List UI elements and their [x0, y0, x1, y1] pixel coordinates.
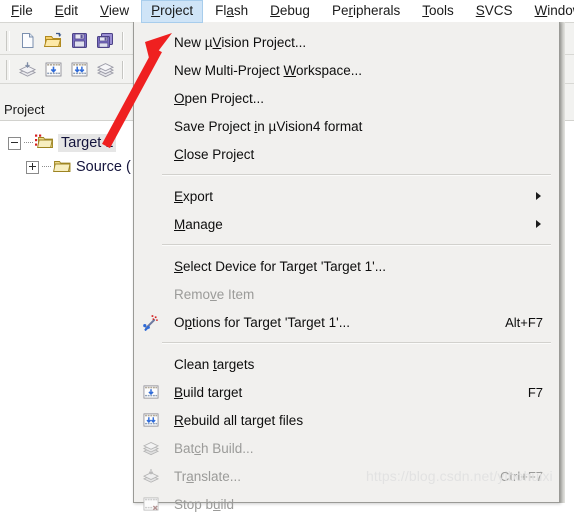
menu-item-accelerator: F7 — [527, 384, 543, 400]
menu-item-label: Translate... — [174, 468, 242, 484]
menu-item-options-for-target[interactable]: Options for Target 'Target 1'... Alt+F7 — [134, 308, 559, 336]
menu-item-label: Export — [174, 188, 214, 204]
translate-icon — [142, 468, 160, 485]
options-wand-icon — [142, 314, 159, 332]
menu-item-remove-item: Remove Item — [134, 280, 559, 308]
menu-item-manage[interactable]: Manage — [134, 210, 559, 238]
menu-item-label: Save Project in µVision4 format — [174, 118, 363, 134]
batch-build-icon[interactable] — [94, 59, 116, 81]
collapse-expander-icon[interactable] — [8, 136, 21, 150]
menubar-item-tools[interactable]: Tools — [412, 0, 464, 23]
menubar-item-file[interactable]: File — [1, 0, 43, 23]
tree-item-source-group[interactable]: Source ( — [26, 156, 131, 178]
menu-item-open-project[interactable]: Open Project... — [134, 84, 559, 112]
tree-item-label: Target 1 — [58, 134, 117, 152]
toolbar-grip-2[interactable] — [6, 59, 10, 80]
menu-item-close-project[interactable]: Close Project — [134, 140, 559, 168]
menu-item-select-device-for-target[interactable]: Select Device for Target 'Target 1'... — [134, 252, 559, 280]
menu-item-label: Batch Build... — [174, 440, 254, 456]
menu-item-label: Manage — [174, 216, 223, 232]
menubar-item-flash[interactable]: Flash — [205, 0, 258, 23]
tree-connector — [24, 142, 33, 144]
expand-expander-icon[interactable] — [26, 160, 39, 174]
watermark-text: https://blog.csdn.net/yibohuixi — [366, 468, 553, 484]
target-folder-icon — [35, 134, 54, 153]
menubar-item-peripherals[interactable]: Peripherals — [322, 0, 410, 23]
menu-item-label: Clean targets — [174, 356, 255, 372]
menu-item-save-project-uvision4[interactable]: Save Project in µVision4 format — [134, 112, 559, 140]
menubar-item-svcs[interactable]: SVCS — [466, 0, 523, 23]
menu-item-new-uvision-project[interactable]: New µVision Project... — [134, 28, 559, 56]
menu-item-label: Rebuild all target files — [174, 412, 304, 428]
menubar-item-view[interactable]: View — [90, 0, 139, 23]
build-target-icon[interactable] — [42, 59, 64, 81]
menu-item-label: Build target — [174, 384, 243, 400]
menu-item-new-multi-project-workspace[interactable]: New Multi-Project Workspace... — [134, 56, 559, 84]
menu-item-accelerator: Alt+F7 — [505, 314, 543, 330]
submenu-chevron-right-icon-2 — [536, 220, 541, 228]
save-icon[interactable] — [68, 30, 90, 52]
toolbar-separator — [122, 31, 124, 50]
menubar-item-debug[interactable]: Debug — [260, 0, 320, 23]
menubar-item-window[interactable]: Window — [525, 0, 574, 23]
tree-item-target-1[interactable]: Target 1 — [8, 132, 117, 154]
project-dropdown-menu[interactable]: New µVision Project... New Multi-Project… — [133, 22, 560, 512]
tree-item-label-2: Source ( — [76, 159, 131, 175]
menu-separator-1 — [162, 174, 551, 176]
menu-item-batch-build: Batch Build... — [134, 434, 559, 462]
menu-separator-2 — [162, 244, 551, 246]
menu-item-label: Stop build — [174, 496, 235, 512]
menu-item-label: Select Device for Target 'Target 1'... — [174, 258, 387, 274]
rebuild-all-icon[interactable] — [68, 59, 90, 81]
menu-item-label: Remove Item — [174, 286, 255, 302]
toolbar-separator-2 — [122, 60, 124, 79]
menu-bar[interactable]: File Edit View Project Flash Debug Perip… — [0, 0, 574, 23]
menu-item-rebuild-all-target-files[interactable]: Rebuild all target files — [134, 406, 559, 434]
submenu-chevron-right-icon — [536, 192, 541, 200]
batch-build-icon — [142, 440, 160, 457]
menu-item-clean-targets[interactable]: Clean targets — [134, 350, 559, 378]
rebuild-all-icon — [142, 412, 159, 429]
stop-build-icon — [142, 496, 159, 513]
menu-separator-3 — [162, 342, 551, 344]
menu-item-label: New Multi-Project Workspace... — [174, 62, 363, 78]
translate-icon[interactable] — [16, 59, 38, 81]
menubar-item-edit[interactable]: Edit — [45, 0, 88, 23]
new-file-icon[interactable] — [16, 30, 38, 52]
save-all-icon[interactable] — [94, 30, 116, 52]
source-folder-icon — [53, 158, 72, 177]
menu-edge-shadow — [560, 22, 565, 503]
menubar-item-project[interactable]: Project — [141, 0, 204, 23]
menu-item-label: Close Project — [174, 146, 255, 162]
tree-connector-2 — [42, 166, 51, 168]
build-target-icon — [142, 384, 159, 401]
toolbar-grip[interactable] — [6, 30, 10, 51]
menu-item-label: Options for Target 'Target 1'... — [174, 314, 351, 330]
menu-item-stop-build: Stop build — [134, 490, 559, 518]
menu-item-label: Open Project... — [174, 90, 265, 106]
menu-item-build-target[interactable]: Build target F7 — [134, 378, 559, 406]
open-file-icon[interactable] — [42, 30, 64, 52]
menu-item-export[interactable]: Export — [134, 182, 559, 210]
menu-item-label: New µVision Project... — [174, 34, 307, 50]
